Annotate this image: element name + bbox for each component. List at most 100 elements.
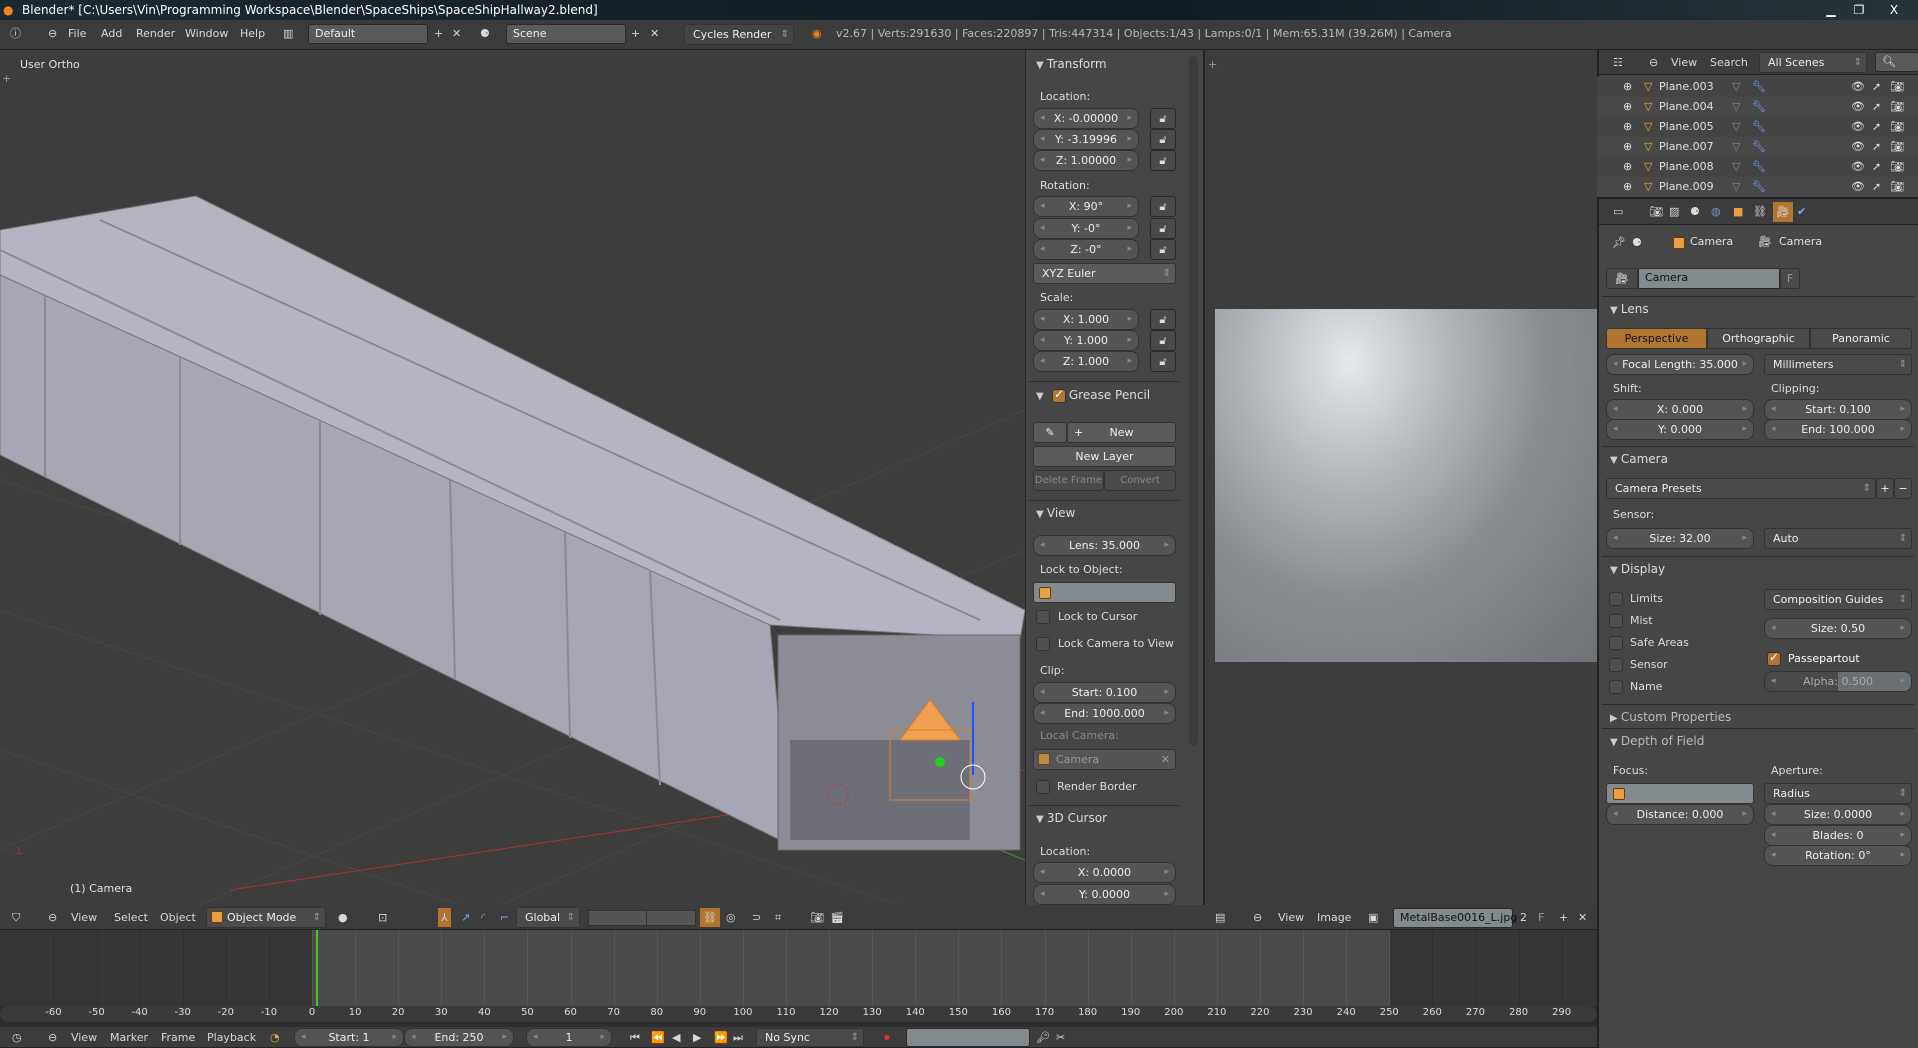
menu-window[interactable]: Window <box>185 20 228 48</box>
snap-element-icon[interactable]: ⌗ <box>775 905 781 930</box>
composition-guides-select[interactable]: Composition Guides <box>1764 589 1912 610</box>
scale-icon[interactable]: ⌐ <box>500 905 509 930</box>
remove-preset-button[interactable]: − <box>1894 478 1912 499</box>
render-camera-icon[interactable]: 📷︎ <box>1890 157 1904 177</box>
timeline-ruler[interactable]: -60 -50 -40 -30 -20 -10 0 10 20 30 40 50 60 70 80 90 100… <box>0 1006 1597 1022</box>
display-checkbox[interactable] <box>1609 680 1623 694</box>
image-name-field[interactable]: MetalBase0016_L.jpg <box>1393 908 1517 928</box>
scene-remove-button[interactable]: ✕ <box>650 20 659 48</box>
outliner-editor-icon[interactable]: ☷ <box>1613 50 1623 75</box>
new-grease-pencil-button[interactable]: + New <box>1067 422 1176 443</box>
expand-icon[interactable]: ⊕ <box>1623 177 1632 197</box>
aperture-type-select[interactable]: Radius <box>1764 783 1912 804</box>
visibility-eye-icon[interactable]: 👁︎ <box>1851 157 1865 177</box>
expand-icon[interactable]: ⊕ <box>1623 137 1632 157</box>
menu-collapse-icon[interactable]: ⊖ <box>48 1027 57 1048</box>
display-checkbox[interactable] <box>1609 614 1623 628</box>
rotation-x-field[interactable]: X: 90° <box>1033 196 1139 217</box>
tab-scene[interactable]: ⚈ <box>1690 199 1700 225</box>
lock-icon[interactable]: 🔓︎ <box>1150 309 1176 330</box>
editor-type-icon[interactable]: ▭ <box>1613 199 1623 225</box>
cursor-y-field[interactable]: Y: 0.0000 <box>1033 884 1176 905</box>
object-name[interactable]: Plane.004 <box>1659 97 1714 117</box>
maximize-button[interactable]: ❐ <box>1846 0 1872 20</box>
lock-icon[interactable]: 🔓︎ <box>1150 218 1176 239</box>
jump-keyframe-forward-button[interactable]: ⏩ <box>714 1027 728 1048</box>
menu-object[interactable]: Object <box>160 905 196 930</box>
sensor-fit-select[interactable]: Auto <box>1764 528 1912 549</box>
location-z-field[interactable]: Z: 1.00000 <box>1033 150 1139 171</box>
location-y-field[interactable]: Y: -3.19996 <box>1033 129 1139 150</box>
lock-icon[interactable]: 🔓︎ <box>1150 196 1176 217</box>
insert-keyframe-icon[interactable]: 🔑︎ <box>1036 1027 1050 1048</box>
location-x-field[interactable]: X: -0.00000 <box>1033 108 1139 129</box>
menu-file[interactable]: File <box>68 20 86 48</box>
layers-grid[interactable] <box>588 910 650 926</box>
visibility-eye-icon[interactable]: 👁︎ <box>1851 77 1865 97</box>
menu-collapse-icon[interactable]: ⊖ <box>48 20 57 48</box>
current-frame-field[interactable]: 1 <box>526 1028 612 1047</box>
fake-user-button[interactable]: F <box>1538 905 1544 930</box>
rotation-mode-select[interactable]: XYZ Euler <box>1033 263 1176 284</box>
expand-icon[interactable]: ⊕ <box>1623 77 1632 97</box>
render-camera-icon[interactable]: 📷︎ <box>1890 97 1904 117</box>
outliner-row[interactable]: ⊕ ▽ Plane.005 ▽ 🔧︎ 👁︎ ➚ 📷︎ <box>1597 117 1918 137</box>
object-name[interactable]: Plane.007 <box>1659 137 1714 157</box>
passepartout-alpha-slider[interactable]: Alpha: 0.500 <box>1764 671 1912 692</box>
focus-distance-field[interactable]: Distance: 0.000 <box>1606 804 1754 825</box>
display-checkbox[interactable] <box>1609 636 1623 650</box>
tab-world[interactable]: ◍ <box>1711 199 1721 225</box>
layout-add-button[interactable]: + <box>434 20 443 48</box>
playhead[interactable] <box>316 930 319 1006</box>
minimize-button[interactable]: ▁ <box>1818 0 1844 20</box>
jump-start-button[interactable]: ⏮ <box>630 1027 640 1048</box>
toolshelf-expand-button[interactable]: + <box>2 72 11 85</box>
rotate-icon[interactable]: ◜ <box>481 905 485 930</box>
render-camera-icon[interactable]: 📷︎ <box>1890 137 1904 157</box>
visibility-eye-icon[interactable]: 👁︎ <box>1851 117 1865 137</box>
scale-z-field[interactable]: Z: 1.000 <box>1033 351 1139 372</box>
layers-grid[interactable] <box>646 910 696 926</box>
local-camera-field[interactable]: Camera ✕ <box>1033 749 1176 770</box>
visibility-eye-icon[interactable]: 👁︎ <box>1851 177 1865 197</box>
focus-object-field[interactable] <box>1606 783 1754 804</box>
camera-header[interactable]: Camera <box>1610 448 1668 470</box>
menu-add[interactable]: Add <box>101 20 122 48</box>
fake-user-button[interactable]: F <box>1780 268 1800 289</box>
object-name[interactable]: Plane.005 <box>1659 117 1714 137</box>
snap-icon[interactable]: ⊃ <box>752 905 761 930</box>
sensor-size-field[interactable]: Size: 32.00 <box>1606 528 1754 549</box>
tab-object[interactable]: ■ <box>1733 199 1743 225</box>
object-name[interactable]: Plane.009 <box>1659 177 1714 197</box>
focal-length-field[interactable]: Focal Length: 35.000 <box>1606 354 1754 375</box>
pivot-icon[interactable]: ⊡ <box>378 905 387 930</box>
unlink-image-button[interactable]: ✕ <box>1578 905 1587 930</box>
custom-properties-header[interactable]: Custom Properties <box>1610 706 1731 728</box>
scale-y-field[interactable]: Y: 1.000 <box>1033 330 1139 351</box>
display-mode-select[interactable]: All Scenes <box>1759 52 1867 73</box>
info-editor-icon[interactable]: ⓘ <box>10 20 21 48</box>
select-cursor-icon[interactable]: ➚ <box>1872 97 1881 117</box>
image-browse-icon[interactable]: ▣ <box>1368 905 1378 930</box>
rotation-y-field[interactable]: Y: -0° <box>1033 218 1139 239</box>
clip-end-field[interactable]: End: 100.000 <box>1764 419 1912 440</box>
clear-icon[interactable]: ✕ <box>1161 750 1170 769</box>
select-cursor-icon[interactable]: ➚ <box>1872 77 1881 97</box>
menu-help[interactable]: Help <box>240 20 265 48</box>
manipulator-toggle-icon[interactable]: ⅄ <box>438 908 451 927</box>
render-animation-icon[interactable]: 🎬︎ <box>830 905 844 930</box>
menu-view[interactable]: View <box>71 1027 97 1048</box>
menu-search[interactable]: Search <box>1710 50 1748 75</box>
add-preset-button[interactable]: + <box>1876 478 1894 499</box>
viewport-shading-icon[interactable]: ● <box>338 905 348 930</box>
tab-render-layers[interactable]: ▨ <box>1669 199 1679 225</box>
3d-cursor-header[interactable]: 3D Cursor <box>1036 807 1107 829</box>
aperture-size-field[interactable]: Size: 0.0000 <box>1764 804 1912 825</box>
transform-header[interactable]: Transform <box>1036 53 1107 75</box>
delete-frame-button[interactable]: Delete Frame <box>1033 470 1104 491</box>
proportional-edit-icon[interactable]: ◎ <box>726 905 736 930</box>
camera-presets-select[interactable]: Camera Presets <box>1606 478 1876 499</box>
layout-remove-button[interactable]: ✕ <box>452 20 461 48</box>
grease-pencil-checkbox[interactable] <box>1052 387 1066 403</box>
end-frame-field[interactable]: End: 250 <box>404 1028 514 1047</box>
